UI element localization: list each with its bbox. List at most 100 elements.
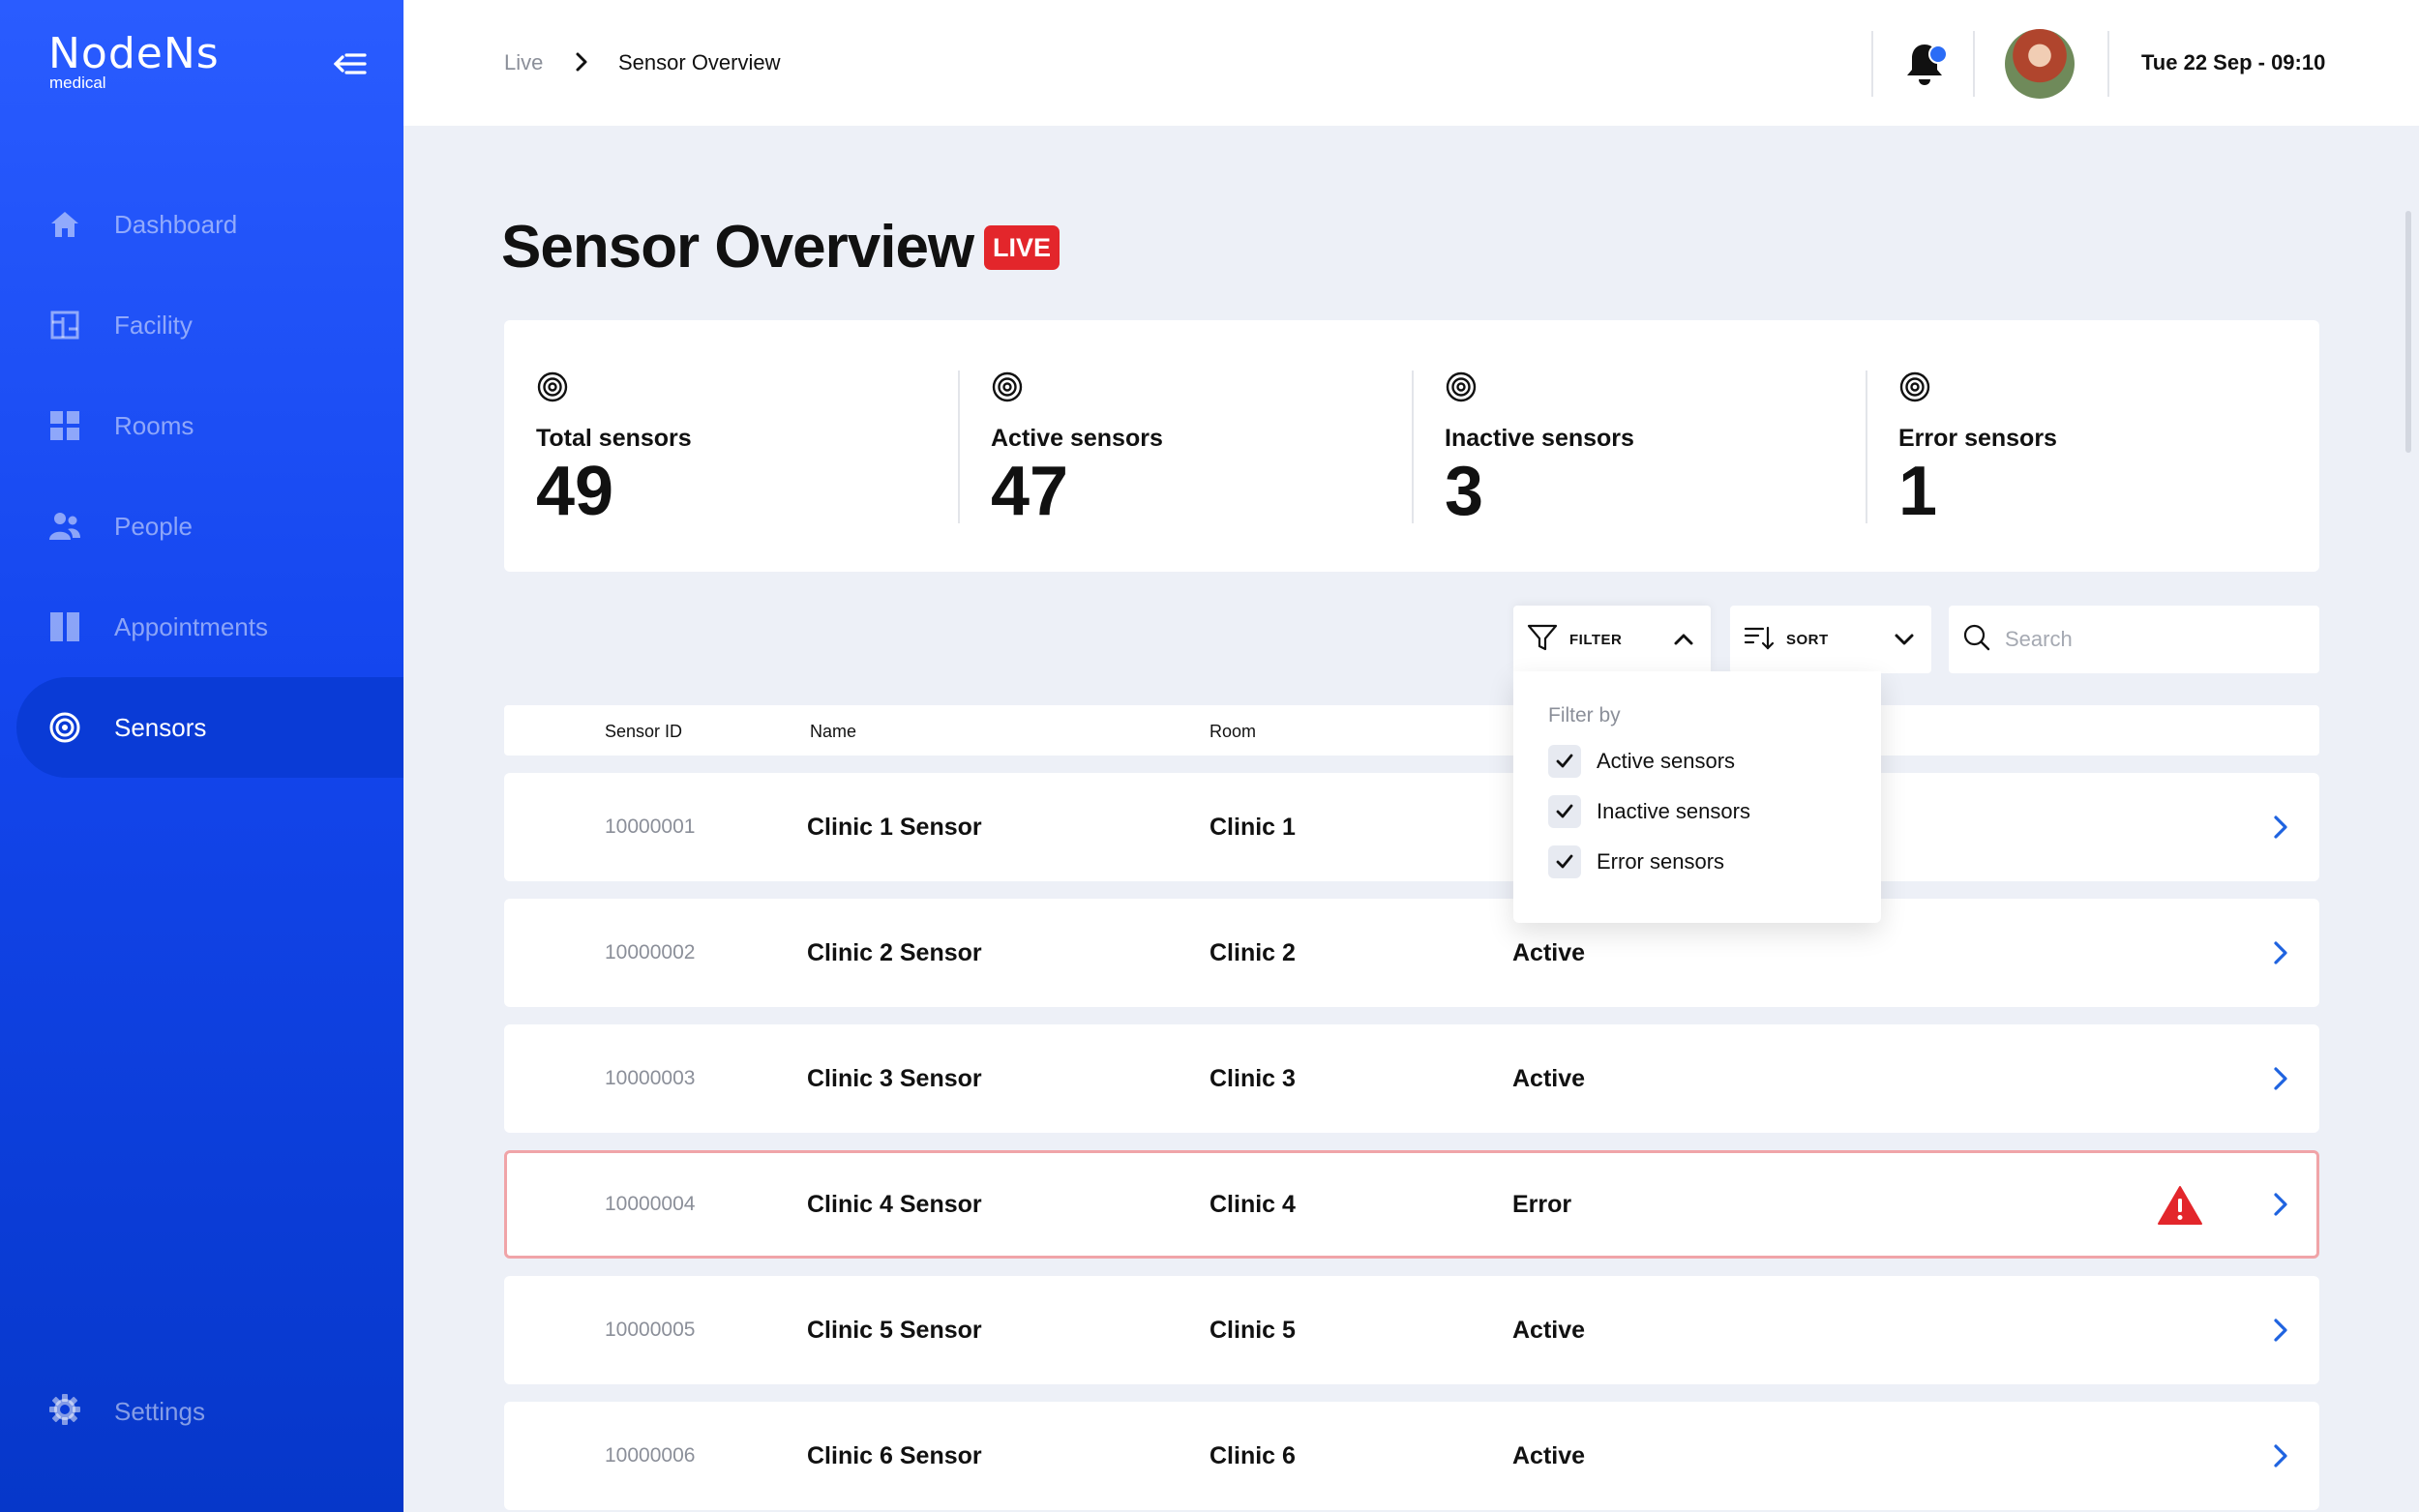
- sensor-status: Active: [1512, 1064, 1586, 1092]
- target-icon: [48, 711, 81, 744]
- sidebar-item-settings[interactable]: Settings: [48, 1393, 205, 1431]
- logo[interactable]: NodeNs medical: [48, 33, 220, 93]
- target-icon: [1898, 371, 1931, 403]
- stat-divider: [1412, 371, 1414, 523]
- chevron-right-icon[interactable]: [2269, 1191, 2292, 1218]
- filter-icon: [1527, 623, 1558, 657]
- stats-card: Total sensors 49 Active sensors 47 Inact…: [504, 320, 2319, 572]
- sensor-name: Clinic 6 Sensor: [807, 1441, 982, 1469]
- sort-button[interactable]: SORT: [1730, 606, 1931, 673]
- sensor-status: Active: [1512, 1441, 1586, 1469]
- filter-dropdown-title: Filter by: [1548, 704, 1621, 726]
- sensor-room: Clinic 5: [1210, 1316, 1296, 1344]
- sidebar-item-label: Sensors: [114, 712, 207, 742]
- sidebar-item-label: Appointments: [114, 611, 268, 641]
- scrollbar[interactable]: [2405, 211, 2411, 453]
- chevron-right-icon[interactable]: [2269, 814, 2292, 841]
- sidebar-item-facility[interactable]: Facility: [0, 275, 403, 375]
- check-icon: [1556, 804, 1573, 818]
- stat-active-sensors: Active sensors 47: [991, 371, 1163, 530]
- table-row[interactable]: 10000002 Clinic 2 Sensor Clinic 2 Active: [504, 899, 2319, 1007]
- appointments-icon: [48, 610, 81, 643]
- stat-value: 47: [991, 453, 1069, 530]
- target-icon: [1445, 371, 1478, 403]
- target-icon: [536, 371, 569, 403]
- filter-option-inactive[interactable]: Inactive sensors: [1548, 795, 1881, 828]
- stat-label: Inactive sensors: [1445, 425, 1634, 452]
- sensor-id: 10000003: [605, 1067, 696, 1089]
- sensor-room: Clinic 1: [1210, 813, 1296, 841]
- table-row[interactable]: 10000003 Clinic 3 Sensor Clinic 3 Active: [504, 1024, 2319, 1133]
- sidebar-item-rooms[interactable]: Rooms: [0, 375, 403, 476]
- people-icon: [48, 510, 81, 543]
- column-header-name[interactable]: Name: [810, 722, 856, 742]
- settings-label: Settings: [114, 1397, 205, 1426]
- sidebar-item-dashboard[interactable]: Dashboard: [0, 174, 403, 275]
- sidebar: NodeNs medical Dashboard Facility Rooms: [0, 0, 403, 1512]
- facility-icon: [48, 309, 81, 341]
- sensor-room: Clinic 4: [1210, 1190, 1296, 1218]
- sensor-name: Clinic 3 Sensor: [807, 1064, 982, 1092]
- chevron-right-icon[interactable]: [2269, 1065, 2292, 1092]
- sensor-id: 10000004: [605, 1193, 696, 1215]
- page-title: Sensor Overview: [501, 214, 974, 281]
- chevron-down-icon: [1893, 628, 1916, 651]
- header-divider: [1973, 31, 1975, 97]
- search-box[interactable]: [1949, 606, 2319, 673]
- breadcrumb-current: Sensor Overview: [618, 50, 781, 74]
- check-icon: [1556, 754, 1573, 768]
- chevron-right-icon[interactable]: [2269, 1442, 2292, 1469]
- filter-option-label: Error sensors: [1597, 849, 1725, 874]
- table-row[interactable]: 10000005 Clinic 5 Sensor Clinic 5 Active: [504, 1276, 2319, 1384]
- checkbox[interactable]: [1548, 745, 1581, 778]
- sensor-room: Clinic 2: [1210, 938, 1296, 966]
- chevron-up-icon: [1672, 628, 1695, 651]
- header-divider: [2107, 31, 2109, 97]
- filter-option-label: Active sensors: [1597, 749, 1736, 773]
- filter-option-error[interactable]: Error sensors: [1548, 845, 1881, 878]
- collapse-sidebar-icon[interactable]: [331, 44, 370, 83]
- sidebar-item-label: Dashboard: [114, 209, 238, 239]
- sidebar-item-label: Rooms: [114, 410, 194, 440]
- search-input[interactable]: [2005, 627, 2295, 652]
- checkbox[interactable]: [1548, 845, 1581, 878]
- sensor-name: Clinic 4 Sensor: [807, 1190, 982, 1218]
- stat-divider: [958, 371, 960, 523]
- sensor-name: Clinic 2 Sensor: [807, 938, 982, 966]
- sidebar-item-appointments[interactable]: Appointments: [0, 577, 403, 677]
- stat-total-sensors: Total sensors 49: [536, 371, 692, 530]
- sensor-id: 10000005: [605, 1319, 696, 1341]
- logo-text: NodeNs: [48, 29, 220, 78]
- filter-button[interactable]: FILTER: [1513, 606, 1711, 673]
- warning-icon: [2157, 1185, 2203, 1226]
- sidebar-item-people[interactable]: People: [0, 476, 403, 577]
- chevron-right-icon[interactable]: [2269, 1317, 2292, 1344]
- stat-divider: [1866, 371, 1867, 523]
- live-badge: LIVE: [984, 225, 1060, 270]
- sensor-name: Clinic 1 Sensor: [807, 813, 982, 841]
- gear-icon: [48, 1393, 81, 1431]
- column-header-room[interactable]: Room: [1210, 722, 1256, 742]
- filter-option-active[interactable]: Active sensors: [1548, 745, 1881, 778]
- sidebar-item-label: People: [114, 511, 193, 541]
- sensor-room: Clinic 3: [1210, 1064, 1296, 1092]
- table-row[interactable]: 10000006 Clinic 6 Sensor Clinic 6 Active: [504, 1402, 2319, 1510]
- stat-inactive-sensors: Inactive sensors 3: [1445, 371, 1634, 530]
- sidebar-item-sensors[interactable]: Sensors: [16, 677, 403, 778]
- stat-value: 49: [536, 453, 614, 530]
- search-icon: [1962, 623, 1991, 657]
- chevron-right-icon[interactable]: [2269, 939, 2292, 966]
- check-icon: [1556, 854, 1573, 869]
- table-row-error[interactable]: 10000004 Clinic 4 Sensor Clinic 4 Error: [504, 1150, 2319, 1259]
- header-datetime: Tue 22 Sep - 09:10: [2141, 50, 2326, 74]
- avatar[interactable]: [2005, 29, 2075, 99]
- table-row[interactable]: 10000001 Clinic 1 Sensor Clinic 1: [504, 773, 2319, 881]
- breadcrumb-root[interactable]: Live: [504, 50, 543, 75]
- column-header-sensor-id[interactable]: Sensor ID: [605, 722, 682, 742]
- sensor-id: 10000002: [605, 941, 696, 964]
- stat-value: 3: [1445, 453, 1484, 530]
- home-icon: [48, 208, 81, 241]
- filter-dropdown: Filter by Active sensors Inactive sensor…: [1513, 671, 1881, 923]
- checkbox[interactable]: [1548, 795, 1581, 828]
- sidebar-item-label: Facility: [114, 310, 193, 340]
